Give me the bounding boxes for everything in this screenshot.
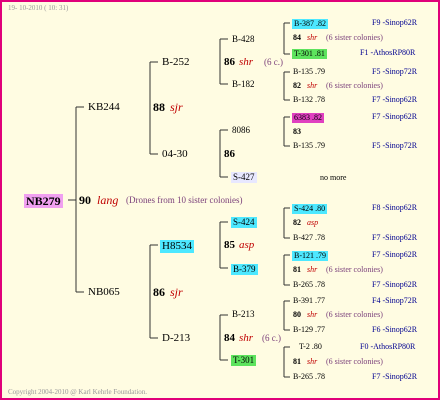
gen4-note: no more (320, 173, 347, 182)
gen4-note: (6 sister colonies) (326, 310, 383, 319)
gen4-source: F0 -AthosRP80R (360, 342, 416, 351)
root-note: (Drones from 10 sister colonies) (126, 195, 243, 205)
gen2-id: D-213 (162, 332, 191, 344)
gen4-id: B-391 .77 (293, 296, 325, 305)
gen4-id: B-121 .79 (292, 251, 328, 261)
gen4-source: F7 -Sinop62R (372, 95, 418, 104)
gen4-source: F7 -Sinop62R (372, 280, 418, 289)
gen4-note: (6 sister colonies) (326, 81, 383, 90)
gen3-id: T-301 (231, 355, 257, 366)
gen4-note: (6 sister colonies) (326, 265, 383, 274)
gen4-id: 6383 .82 (292, 113, 324, 123)
pedigree-frame: 19- 10-2010 ( 10: 31) NB279 90 lang (Dro… (0, 0, 440, 400)
gen2-note: (6 c.) (264, 57, 283, 67)
gen4-id: T-301 .81 (292, 49, 327, 59)
gen3-id: B-182 (232, 79, 255, 89)
gen4-tag: shr (307, 357, 318, 366)
root-id: NB279 (24, 194, 63, 208)
gen4-num: 82 (293, 218, 301, 227)
gen2-num: 86 (224, 56, 235, 68)
gen4-tag: shr (307, 33, 318, 42)
gen3-id: 8086 (232, 125, 250, 135)
gen4-id: B-135 .79 (293, 67, 325, 76)
gen3-id: S-427 (231, 172, 257, 183)
gen4-id: S-424 .80 (292, 204, 328, 214)
gen4-tag: asp (307, 218, 319, 227)
gen4-source: F5 -Sinop72R (372, 141, 418, 150)
copyright: Copyright 2004-2010 @ Karl Kehrle Founda… (8, 388, 148, 396)
gen2-tag: asp (239, 239, 255, 251)
gen3-id: B-213 (232, 309, 255, 319)
gen1-id: KB244 (88, 101, 120, 113)
gen2-num: 84 (224, 332, 235, 344)
gen2-num: 86 (224, 148, 235, 160)
gen4-note: (6 sister colonies) (326, 33, 383, 42)
gen2-num: 85 (224, 239, 235, 251)
gen4-id: B-135 .79 (293, 141, 325, 150)
gen4-id: B-427 .78 (293, 233, 325, 242)
gen3-id: S-424 (231, 217, 257, 228)
gen4-source: F6 -Sinop62R (372, 325, 418, 334)
gen4-tag: shr (307, 81, 318, 90)
gen2-id: H8534 (160, 240, 194, 253)
gen4-num: 82 (293, 81, 301, 90)
gen4-source: F7 -Sinop62R (372, 233, 418, 242)
gen4-id: T-2 .80 (299, 342, 322, 351)
gen1-tag: sjr (170, 285, 183, 299)
gen4-num: 83 (293, 127, 301, 136)
gen4-source: F5 -Sinop72R (372, 67, 418, 76)
gen4-id: B-387 .82 (292, 19, 328, 29)
gen2-tag: shr (239, 56, 254, 68)
report-date: 19- 10-2010 ( 10: 31) (8, 4, 69, 12)
gen2-id: B-252 (162, 56, 190, 68)
gen4-id: B-265 .78 (293, 280, 325, 289)
gen4-id: B-129 .77 (293, 325, 325, 334)
gen1-tag: sjr (170, 100, 183, 114)
gen4-source: F7 -Sinop62R (372, 372, 418, 381)
gen2-tag: shr (239, 332, 254, 344)
gen4-source: F8 -Sinop62R (372, 203, 418, 212)
gen4-num: 81 (293, 357, 301, 366)
gen4-source: F7 -Sinop62R (372, 250, 418, 259)
gen4-id: B-265 .78 (293, 372, 325, 381)
gen4-source: F9 -Sinop62R (372, 18, 418, 27)
gen4-tag: shr (307, 265, 318, 274)
gen4-id: B-132 .78 (293, 95, 325, 104)
gen4-num: 84 (293, 33, 301, 42)
gen2-id: 04-30 (162, 148, 188, 160)
gen3-id: B-379 (231, 264, 258, 275)
gen4-source: F1 -AthosRP80R (360, 48, 416, 57)
gen4-source: F4 -Sinop72R (372, 296, 418, 305)
gen1-id: NB065 (88, 286, 120, 298)
gen4-num: 80 (293, 310, 301, 319)
root-tag: lang (97, 193, 119, 207)
gen3-id: B-428 (232, 34, 255, 44)
root-num: 90 (79, 193, 91, 207)
gen1-num: 88 (153, 100, 165, 114)
gen4-num: 81 (293, 265, 301, 274)
gen4-tag: shr (307, 310, 318, 319)
gen1-num: 86 (153, 285, 165, 299)
gen2-note: (6 c.) (262, 333, 281, 343)
gen4-note: (6 sister colonies) (326, 357, 383, 366)
gen4-source: F7 -Sinop62R (372, 112, 418, 121)
